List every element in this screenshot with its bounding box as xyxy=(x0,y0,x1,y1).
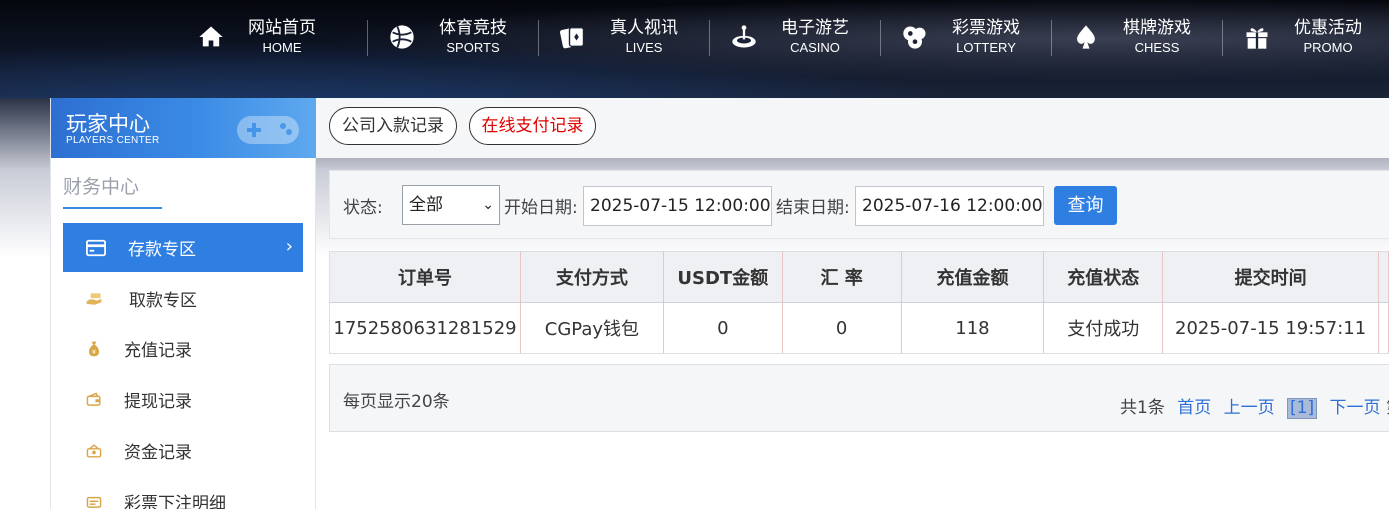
col-recharge-amount: 充值金额 xyxy=(901,251,1045,303)
status-select[interactable]: 全部 ⌄ xyxy=(402,185,500,225)
cell-order-id: 1752580631281529 xyxy=(329,302,521,354)
pagination-bar: 每页显示20条 共1条 首页 上一页 [1] 下一页 第 xyxy=(329,364,1389,432)
cell-submit-time: 2025-07-15 19:57:11 xyxy=(1162,302,1379,354)
finance-center-title: 财务中心 xyxy=(63,176,140,198)
col-recharge-status: 充值状态 xyxy=(1043,251,1164,303)
prev-page-link[interactable]: 上一页 xyxy=(1224,398,1275,418)
cards-icon xyxy=(558,22,588,52)
ticket-icon xyxy=(83,491,105,509)
nav-lives[interactable]: 真人视讯 LIVES xyxy=(538,14,709,60)
col-order-id: 订单号 xyxy=(329,251,521,303)
banner-title: 玩家中心 xyxy=(66,112,150,136)
per-page-text: 每页显示20条 xyxy=(343,392,450,412)
cell-overflow xyxy=(1378,302,1389,354)
players-center-banner: 玩家中心 PLAYERS CENTER xyxy=(51,98,317,158)
start-date-input[interactable]: 2025-07-15 12:00:00 xyxy=(583,186,772,226)
total-count: 共1条 xyxy=(1120,398,1165,418)
pager: 共1条 首页 上一页 [1] 下一页 第 xyxy=(1120,393,1389,419)
funds-icon xyxy=(83,440,105,462)
col-usdt-amount: USDT金额 xyxy=(663,251,783,303)
lottery-balls-icon xyxy=(900,22,930,52)
sidebar-item-label: 提现记录 xyxy=(124,392,192,412)
col-payment-method: 支付方式 xyxy=(520,251,664,303)
player-sidebar: 玩家中心 PLAYERS CENTER 财务中心 存款专区 › 取款专区 ¥ 充… xyxy=(50,98,317,509)
payment-records-table: 订单号 支付方式 USDT金额 汇 率 充值金额 充值状态 提交时间 17525… xyxy=(329,251,1389,354)
chevron-down-icon: ⌄ xyxy=(482,197,494,213)
home-icon xyxy=(196,22,226,52)
filter-bar: 状态: 全部 ⌄ 开始日期: 2025-07-15 12:00:00 结束日期:… xyxy=(329,170,1389,239)
col-submit-time: 提交时间 xyxy=(1162,251,1379,303)
nav-home[interactable]: 网站首页 HOME xyxy=(196,14,367,60)
nav-chess[interactable]: 棋牌游戏 CHESS xyxy=(1051,14,1222,60)
money-bag-icon: ¥ xyxy=(83,338,105,360)
sidebar-item-label: 充值记录 xyxy=(124,341,192,361)
sidebar-item-recharge-records[interactable]: ¥ 充值记录 xyxy=(63,324,303,373)
record-tabs-bar: 公司入款记录 在线支付记录 xyxy=(316,98,1389,158)
nav-label: 彩票游戏 xyxy=(952,18,1020,38)
nav-lottery[interactable]: 彩票游戏 LOTTERY xyxy=(880,14,1051,60)
cell-usdt-amount: 0 xyxy=(663,302,783,354)
col-exchange-rate: 汇 率 xyxy=(782,251,902,303)
nav-sports[interactable]: 体育竞技 SPORTS xyxy=(367,14,538,60)
nav-sublabel: CHESS xyxy=(1134,40,1180,55)
start-date-label: 开始日期: xyxy=(504,198,578,218)
sidebar-item-lottery-bets[interactable]: 彩票下注明细 xyxy=(63,477,303,509)
table-header-row: 订单号 支付方式 USDT金额 汇 率 充值金额 充值状态 提交时间 xyxy=(329,251,1389,303)
nav-sublabel: PROMO xyxy=(1303,40,1353,55)
tab-online-payment-records[interactable]: 在线支付记录 xyxy=(469,107,596,145)
nav-label: 棋牌游戏 xyxy=(1123,18,1191,38)
cash-hand-icon xyxy=(83,288,105,310)
roulette-icon xyxy=(729,22,759,52)
next-page-link[interactable]: 下一页 xyxy=(1330,398,1381,418)
query-button[interactable]: 查询 xyxy=(1054,186,1117,225)
sidebar-item-withdraw[interactable]: 取款专区 xyxy=(63,274,303,323)
nav-label: 优惠活动 xyxy=(1294,18,1362,38)
status-label: 状态: xyxy=(343,198,383,218)
nav-label: 真人视讯 xyxy=(610,18,678,38)
main-nav: 网站首页 HOME 体育竞技 SPORTS 真人视讯 LIVES 电子游艺 CASINO… xyxy=(196,14,1389,60)
sidebar-item-label: 存款专区 xyxy=(128,240,196,260)
nav-sublabel: LOTTERY xyxy=(956,40,1016,55)
status-select-value: 全部 xyxy=(409,195,443,215)
cell-recharge-status: 支付成功 xyxy=(1043,302,1164,354)
gamepad-icon xyxy=(237,116,299,144)
nav-label: 电子游艺 xyxy=(781,18,849,38)
nav-sublabel: LIVES xyxy=(625,40,663,55)
nav-casino[interactable]: 电子游艺 CASINO xyxy=(709,14,880,60)
spade-icon xyxy=(1071,22,1101,52)
table-row: 1752580631281529 CGPay钱包 0 0 118 支付成功 20… xyxy=(329,302,1389,354)
nav-sublabel: CASINO xyxy=(790,40,840,55)
sidebar-item-label: 取款专区 xyxy=(129,291,197,311)
deposit-card-icon xyxy=(85,237,107,259)
chevron-right-icon: › xyxy=(285,236,293,257)
nav-label: 网站首页 xyxy=(248,18,316,38)
nav-promo[interactable]: 优惠活动 PROMO xyxy=(1222,14,1389,60)
banner-subtitle: PLAYERS CENTER xyxy=(66,135,160,146)
col-overflow xyxy=(1378,251,1389,303)
end-date-label: 结束日期: xyxy=(776,198,850,218)
sidebar-item-withdraw-records[interactable]: 提现记录 xyxy=(63,375,303,424)
first-page-link[interactable]: 首页 xyxy=(1177,398,1211,418)
current-page: [1] xyxy=(1287,398,1318,419)
site-header: 网站首页 HOME 体育竞技 SPORTS 真人视讯 LIVES 电子游艺 CASINO… xyxy=(0,0,1389,98)
svg-text:¥: ¥ xyxy=(92,347,96,355)
sidebar-item-fund-records[interactable]: 资金记录 xyxy=(63,426,303,475)
sidebar-item-label: 资金记录 xyxy=(124,443,192,463)
nav-sublabel: HOME xyxy=(262,40,302,55)
tab-company-deposit-records[interactable]: 公司入款记录 xyxy=(329,107,457,145)
wallet-icon xyxy=(83,389,105,411)
cell-payment-method: CGPay钱包 xyxy=(520,302,664,354)
sidebar-item-deposit[interactable]: 存款专区 › xyxy=(63,223,303,272)
ball-icon xyxy=(387,22,417,52)
section-underline xyxy=(63,207,162,209)
nav-label: 体育竞技 xyxy=(439,18,507,38)
end-date-input[interactable]: 2025-07-16 12:00:00 xyxy=(855,186,1044,226)
sidebar-item-label: 彩票下注明细 xyxy=(124,494,226,509)
cell-recharge-amount: 118 xyxy=(901,302,1045,354)
cell-exchange-rate: 0 xyxy=(782,302,902,354)
nav-sublabel: SPORTS xyxy=(446,40,500,55)
gift-icon xyxy=(1242,22,1272,52)
